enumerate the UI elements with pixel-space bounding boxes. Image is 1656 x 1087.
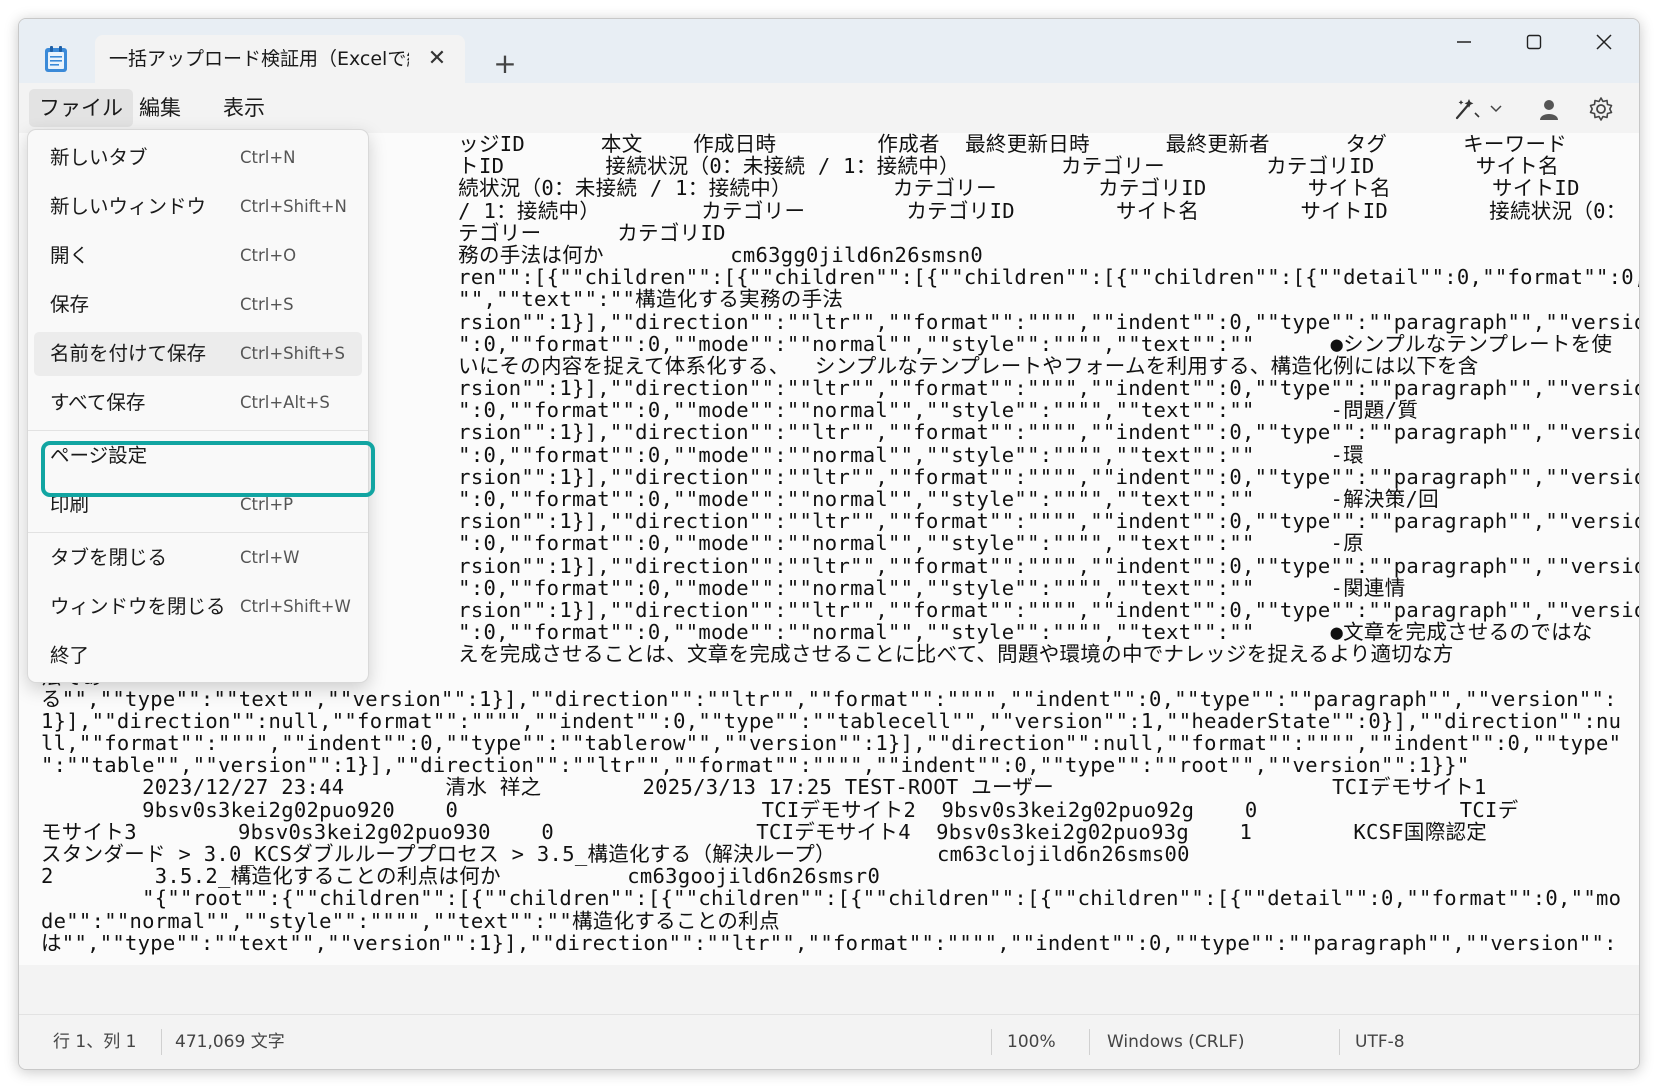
menu-item-new-window[interactable]: 新しいウィンドウ Ctrl+Shift+N <box>34 185 362 229</box>
menu-item-label: 終了 <box>50 644 90 667</box>
notepad-icon <box>45 46 67 72</box>
minimize-icon <box>1457 40 1471 43</box>
menu-item-save-as[interactable]: 名前を付けて保存 Ctrl+Shift+S <box>34 332 362 376</box>
menu-item-label: すべて保存 <box>50 391 146 414</box>
editor-line: 1}],""direction"":null,""format"":"""","… <box>41 708 1622 733</box>
new-tab-button[interactable]: + <box>487 47 523 83</box>
editor-line: de"":""normal"",""style"":"""",""text"":… <box>41 908 780 933</box>
menu-item-shortcut: Ctrl+Alt+S <box>240 393 330 412</box>
notepad-window: 一括アップロード検証用（Excelで編集・ ✕ + ファイル 編集 表示 <box>18 18 1640 1070</box>
tab-title: 一括アップロード検証用（Excelで編集・ <box>109 48 409 70</box>
menu-item-label: ウィンドウを閉じる <box>50 595 226 618</box>
menu-item-label: ページ設定 <box>50 444 148 467</box>
account-button[interactable] <box>1529 89 1569 127</box>
status-divider <box>161 1029 162 1055</box>
line-ending[interactable]: Windows (CRLF) <box>1107 1015 1245 1069</box>
menu-item-shortcut: Ctrl+W <box>240 548 300 567</box>
menu-item-label: 新しいウィンドウ <box>50 195 207 218</box>
close-button[interactable] <box>1569 19 1639 63</box>
character-count: 471,069 文字 <box>175 1032 285 1052</box>
tab-document[interactable]: 一括アップロード検証用（Excelで編集・ ✕ <box>95 35 465 83</box>
menu-item-close-window[interactable]: ウィンドウを閉じる Ctrl+Shift+W <box>34 585 362 629</box>
menu-item-exit[interactable]: 終了 <box>34 634 362 678</box>
account-icon <box>1540 99 1558 120</box>
tab-close-icon[interactable]: ✕ <box>421 43 453 75</box>
menu-item-page-setup[interactable]: ページ設定 <box>34 434 362 478</box>
menu-bar: ファイル 編集 表示 <box>19 83 1639 133</box>
menu-item-label: タブを閉じる <box>50 546 168 569</box>
menu-item-print[interactable]: 印刷 Ctrl+P <box>34 483 362 527</box>
editor-line: スタンダード > 3.0_KCSダブルループプロセス > 3.5_構造化する（解… <box>41 842 1190 866</box>
editor-line: "{""root"":{""children"":[{""children"":… <box>41 886 1622 911</box>
toolbar-right <box>1443 89 1623 127</box>
menu-item-label: 保存 <box>50 293 90 316</box>
editor-line: 9bsv0s3kei2g02puo920 0 TCIデモサイト2 9bsv0s3… <box>41 797 1519 822</box>
maximize-icon <box>1526 34 1542 49</box>
menu-divider <box>28 430 368 431</box>
editor-line: は"",""type"":""text"",""version"":1}],""… <box>41 930 1617 955</box>
editor-line: モサイト3 9bsv0s3kei2g02puo930 0 TCIデモサイト4 9… <box>41 819 1488 844</box>
encoding[interactable]: UTF-8 <box>1355 1015 1405 1069</box>
editor-line: ll,""format"":"""",""indent"":0,""type""… <box>41 731 1622 756</box>
chevron-down-icon <box>1490 104 1502 112</box>
menu-file[interactable]: ファイル <box>29 89 133 127</box>
menu-item-label: 印刷 <box>50 493 90 516</box>
menu-view[interactable]: 表示 <box>213 89 275 127</box>
menu-item-label: 新しいタブ <box>50 146 148 169</box>
menu-item-shortcut: Ctrl+Shift+W <box>240 597 351 616</box>
menu-item-new-tab[interactable]: 新しいタブ Ctrl+N <box>34 136 362 180</box>
status-bar: 行 1、列 1 471,069 文字 100% Windows (CRLF) U… <box>19 1014 1639 1069</box>
menu-edit[interactable]: 編集 <box>129 89 191 127</box>
menu-item-save-all[interactable]: すべて保存 Ctrl+Alt+S <box>34 381 362 425</box>
zoom-level[interactable]: 100% <box>1007 1015 1056 1069</box>
editor-line: る"",""type"":""text"",""version"":1}],""… <box>41 686 1617 711</box>
minimize-button[interactable] <box>1429 19 1499 63</box>
editor-line: ":""table"",""version"":1}],""direction"… <box>41 753 1470 778</box>
menu-item-shortcut: Ctrl+S <box>240 295 294 314</box>
copilot-icon <box>1456 98 1481 119</box>
menu-item-shortcut: Ctrl+N <box>240 148 296 167</box>
close-icon <box>1596 34 1612 50</box>
menu-item-shortcut: Ctrl+P <box>240 495 294 514</box>
maximize-button[interactable] <box>1499 19 1569 63</box>
editor-line: 2 3.5.2_構造化することの利点は何か cm63goojild6n26sms… <box>41 864 881 889</box>
status-divider <box>1089 1029 1090 1055</box>
menu-item-label: 名前を付けて保存 <box>50 342 207 365</box>
file-menu-dropdown: 新しいタブ Ctrl+N 新しいウィンドウ Ctrl+Shift+N 開く Ct… <box>27 129 375 683</box>
cursor-position: 行 1、列 1 <box>53 1032 137 1052</box>
menu-item-label: 開く <box>50 244 90 267</box>
status-divider <box>1339 1029 1340 1055</box>
menu-item-open[interactable]: 開く Ctrl+O <box>34 234 362 278</box>
menu-item-save[interactable]: 保存 Ctrl+S <box>34 283 362 327</box>
status-divider <box>991 1029 992 1055</box>
gear-icon <box>1589 96 1613 121</box>
title-bar: 一括アップロード検証用（Excelで編集・ ✕ + <box>19 19 1639 83</box>
settings-button[interactable] <box>1579 89 1623 127</box>
editor-line: 2023/12/27 23:44 清水 祥之 2025/3/13 17:25 T… <box>41 775 1487 800</box>
menu-divider <box>28 532 368 533</box>
copilot-button[interactable] <box>1443 89 1513 127</box>
menu-item-shortcut: Ctrl+Shift+S <box>240 344 345 363</box>
menu-item-shortcut: Ctrl+Shift+N <box>240 197 347 216</box>
menu-item-close-tab[interactable]: タブを閉じる Ctrl+W <box>34 536 362 580</box>
menu-item-shortcut: Ctrl+O <box>240 246 297 265</box>
